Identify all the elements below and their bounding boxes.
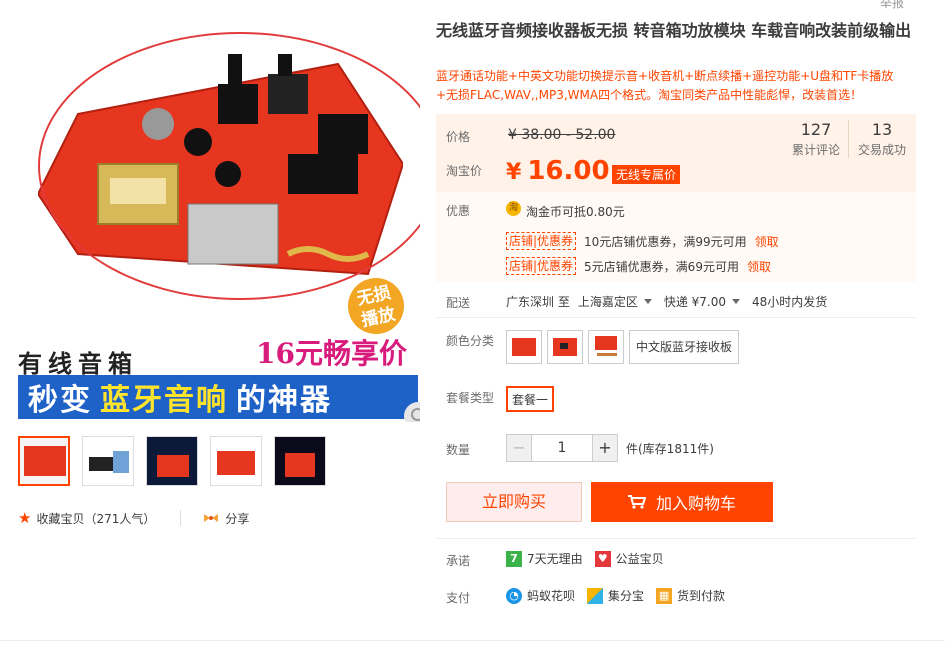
divider	[436, 317, 916, 318]
share-icon[interactable]	[203, 512, 219, 524]
highlight-circle	[38, 32, 420, 300]
guarantee-item[interactable]: 公益宝贝	[616, 550, 664, 567]
color-label: 颜色分类	[446, 334, 495, 348]
payment-list: ◔ 蚂蚁花呗 集分宝 ▦ 货到付款	[506, 587, 725, 604]
thumbnail[interactable]	[82, 436, 134, 486]
quantity-label: 数量	[446, 443, 471, 457]
product-title: 无线蓝牙音频接收器板无损 转音箱功放模块 车载音响改装前级输出	[436, 21, 912, 40]
report-link[interactable]: 举报	[880, 0, 904, 11]
main-product-image[interactable]: 无损 播放 有线音箱 16元畅享价 秒变 蓝牙音响 的神器	[16, 10, 420, 422]
ship-from: 广东深圳 至	[506, 295, 570, 309]
promo-headline: 有线音箱	[18, 349, 138, 378]
ship-method-select[interactable]: 快递 ¥7.00	[664, 293, 726, 310]
promotions-panel: 优惠 淘 淘金币可抵0.80元 店铺|优惠券 10元店铺优惠券，满99元可用 领…	[436, 192, 916, 282]
chevron-down-icon[interactable]	[732, 299, 741, 304]
add-to-cart-button[interactable]: 加入购物车	[591, 482, 773, 522]
package-label: 套餐类型	[446, 391, 495, 405]
product-subtitle: 蓝牙通话功能+中英文功能切换提示音+收音机+断点续播+遥控功能+U盘和TF卡播放…	[436, 69, 894, 102]
guarantee-item[interactable]: 7天无理由	[527, 550, 583, 567]
color-swatch[interactable]	[506, 330, 542, 364]
divider	[0, 640, 945, 641]
huabei-icon: ◔	[506, 587, 522, 604]
taobao-price-label: 淘宝价	[446, 164, 483, 178]
favorite-link[interactable]: 收藏宝贝（271人气）	[36, 510, 155, 527]
price-panel: 价格 ¥ 38.00 - 52.00 淘宝价 ¥16.00 无线专属价 127 …	[436, 114, 916, 192]
cart-icon	[627, 495, 646, 509]
coupon-row: 店铺|优惠券 5元店铺优惠券，满69元可用 领取	[506, 257, 771, 275]
ship-to-select[interactable]: 上海嘉定区	[578, 293, 638, 310]
guarantee-label: 承诺	[446, 554, 471, 568]
reviews-stat[interactable]: 127 累计评论	[788, 120, 844, 158]
coupon-tag: 店铺|优惠券	[506, 232, 577, 250]
coin-discount-text: 淘金币可抵0.80元	[526, 205, 625, 219]
jifenbao-icon	[587, 587, 604, 604]
reviews-count: 127	[800, 120, 832, 139]
promo-bar-text-c: 的神器	[236, 383, 332, 418]
claim-coupon-link[interactable]: 领取	[755, 233, 779, 250]
price-label: 价格	[446, 130, 471, 144]
taojinbi-coin-icon: 淘	[506, 201, 521, 216]
quantity-input[interactable]: 1	[532, 434, 592, 462]
seven-day-return-icon: 7	[506, 550, 522, 567]
thumbnail[interactable]	[18, 436, 70, 486]
thumbnail[interactable]	[274, 436, 326, 486]
payment-item[interactable]: 蚂蚁花呗	[527, 587, 575, 604]
payment-item[interactable]: 集分宝	[608, 587, 644, 604]
promo-price-text: 16元畅享价	[256, 337, 407, 370]
claim-coupon-link[interactable]: 领取	[747, 258, 771, 275]
deals-count: 13	[871, 120, 893, 139]
color-swatch[interactable]	[547, 330, 583, 364]
item-actions: ★ 收藏宝贝（271人气） 分享	[18, 509, 249, 527]
thumbnail-strip	[18, 436, 326, 486]
star-icon[interactable]: ★	[18, 509, 31, 527]
stock-text: 件(库存1811件)	[626, 441, 714, 456]
package-option-selected[interactable]: 套餐一	[506, 386, 555, 412]
increase-button[interactable]: +	[592, 434, 618, 462]
coupon-text: 10元店铺优惠券，满99元可用	[584, 234, 747, 249]
payment-item[interactable]: 货到付款	[677, 587, 725, 604]
guarantee-list: 7 7天无理由 ♥ 公益宝贝	[506, 550, 664, 567]
currency-symbol: ¥	[506, 160, 522, 185]
current-price: ¥16.00	[506, 156, 610, 186]
coupon-tag: 店铺|优惠券	[506, 257, 577, 275]
promo-bar-text-a: 秒变	[28, 383, 92, 418]
promo-bar-text-b: 蓝牙音响	[100, 383, 228, 418]
coupon-row: 店铺|优惠券 10元店铺优惠券，满99元可用 领取	[506, 232, 779, 250]
divider	[436, 538, 916, 539]
shipping-info: 广东深圳 至 上海嘉定区 快递 ¥7.00 48小时内发货	[506, 293, 827, 310]
promotions-label: 优惠	[446, 204, 471, 218]
promo-banner: 秒变 蓝牙音响 的神器	[18, 375, 418, 419]
original-price: ¥ 38.00 - 52.00	[508, 127, 616, 143]
color-swatch-text[interactable]: 中文版蓝牙接收板	[629, 330, 740, 364]
add-to-cart-label: 加入购物车	[655, 494, 736, 513]
deals-stat: 13 交易成功	[854, 120, 910, 158]
dispatch-time: 48小时内发货	[752, 295, 828, 309]
divider	[180, 510, 182, 526]
color-swatch[interactable]	[588, 330, 624, 364]
decrease-button[interactable]: −	[506, 434, 532, 462]
price-value: 16.00	[527, 156, 610, 186]
thumbnail[interactable]	[210, 436, 262, 486]
cash-on-delivery-icon: ▦	[656, 587, 673, 604]
wireless-price-tag: 无线专属价	[612, 165, 681, 184]
shipping-label: 配送	[446, 296, 471, 310]
charity-heart-icon: ♥	[594, 550, 611, 567]
reviews-label: 累计评论	[791, 143, 840, 157]
deals-label: 交易成功	[857, 143, 906, 157]
buy-now-button[interactable]: 立即购买	[446, 482, 582, 522]
quantity-stepper: − 1 + 件(库存1811件)	[506, 434, 714, 462]
color-options: 中文版蓝牙接收板	[506, 330, 740, 364]
payment-label: 支付	[446, 591, 471, 605]
share-link[interactable]: 分享	[225, 510, 249, 527]
chevron-down-icon[interactable]	[643, 299, 652, 304]
divider	[848, 120, 849, 158]
thumbnail[interactable]	[146, 436, 198, 486]
coupon-text: 5元店铺优惠券，满69元可用	[584, 259, 739, 274]
